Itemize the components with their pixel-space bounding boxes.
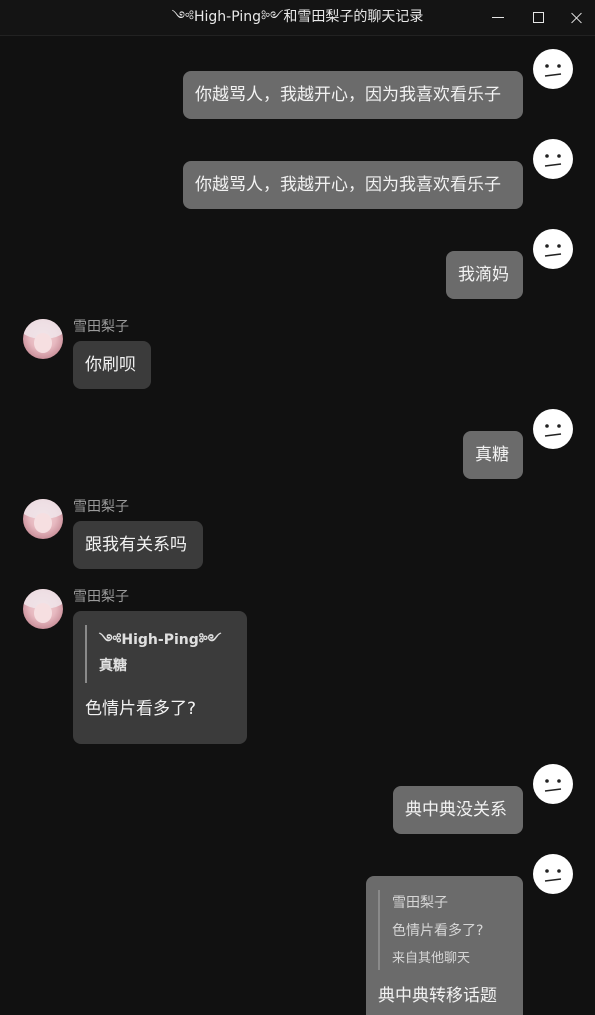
sender-name: 雪田梨子: [73, 589, 129, 605]
neutral-face-icon: [544, 64, 562, 77]
sender-name: 雪田梨子: [73, 319, 129, 335]
message-bubble[interactable]: 你越骂人，我越开心，因为我喜欢看乐子: [183, 161, 523, 209]
close-button[interactable]: [557, 0, 595, 35]
maximize-icon: [532, 12, 544, 23]
message-text: 典中典转移话题: [378, 986, 497, 1006]
my-avatar[interactable]: [533, 764, 573, 804]
message-bubble[interactable]: 典中典没关系: [393, 786, 523, 834]
quote-author: 雪田梨子: [392, 895, 448, 911]
minimize-icon: [492, 17, 504, 18]
close-icon: [571, 12, 583, 24]
sender-name: 雪田梨子: [73, 499, 129, 515]
my-avatar[interactable]: [533, 229, 573, 269]
message-bubble[interactable]: 你越骂人，我越开心，因为我喜欢看乐子: [183, 71, 523, 119]
message-text: 跟我有关系吗: [85, 535, 187, 555]
quoted-message-bubble[interactable]: ༺High-Ping༻ 真糖 色情片看多了?: [73, 611, 247, 744]
message-text: 我滴妈: [458, 265, 509, 285]
contact-avatar[interactable]: [23, 499, 63, 539]
message-text: 典中典没关系: [405, 800, 507, 820]
my-avatar[interactable]: [533, 139, 573, 179]
message-text: 你越骂人，我越开心，因为我喜欢看乐子: [195, 85, 501, 105]
contact-avatar[interactable]: [23, 589, 63, 629]
quote-source: 来自其他聊天: [392, 951, 471, 966]
quoted-message-bubble[interactable]: 雪田梨子 色情片看多了? 来自其他聊天 典中典转移话题: [366, 876, 523, 1015]
message-bubble[interactable]: 真糖: [463, 431, 523, 479]
my-avatar[interactable]: [533, 409, 573, 449]
maximize-button[interactable]: [518, 0, 558, 35]
quote-text: 真糖: [99, 658, 127, 674]
quoted-reply[interactable]: 雪田梨子 色情片看多了? 来自其他聊天: [378, 890, 511, 970]
quote-text: 色情片看多了?: [392, 923, 484, 939]
neutral-face-icon: [544, 869, 562, 882]
message-text: 你越骂人，我越开心，因为我喜欢看乐子: [195, 175, 501, 195]
chat-history-window: ༺High-Ping༻和雪田梨子的聊天记录 你越骂人，我越开心，因为我喜欢看乐子…: [0, 0, 595, 1015]
neutral-face-icon: [544, 779, 562, 792]
quoted-reply[interactable]: ༺High-Ping༻ 真糖: [85, 625, 235, 683]
message-bubble[interactable]: 跟我有关系吗: [73, 521, 203, 569]
neutral-face-icon: [544, 424, 562, 437]
my-avatar[interactable]: [533, 854, 573, 894]
neutral-face-icon: [544, 154, 562, 167]
my-avatar[interactable]: [533, 49, 573, 89]
message-bubble[interactable]: 你刷呗: [73, 341, 151, 389]
message-bubble[interactable]: 我滴妈: [446, 251, 523, 299]
contact-avatar[interactable]: [23, 319, 63, 359]
neutral-face-icon: [544, 244, 562, 257]
title-bar[interactable]: ༺High-Ping༻和雪田梨子的聊天记录: [0, 0, 595, 36]
message-text: 真糖: [475, 445, 509, 465]
quote-author: ༺High-Ping༻: [99, 632, 222, 648]
message-text: 色情片看多了?: [85, 699, 197, 719]
minimize-button[interactable]: [478, 0, 518, 35]
message-text: 你刷呗: [85, 355, 136, 375]
